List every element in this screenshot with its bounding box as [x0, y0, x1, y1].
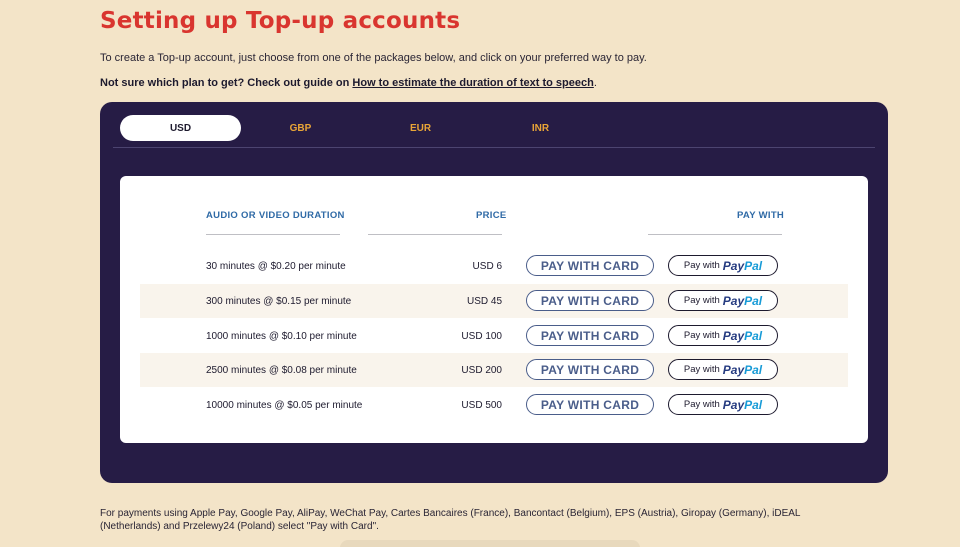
currency-tabs: USD GBP EUR INR — [113, 114, 875, 148]
paypal-logo-icon: PayPal — [722, 293, 763, 308]
header-price: PRICE — [476, 210, 507, 221]
pricing-table: AUDIO OR VIDEO DURATION PRICE PAY WITH 3… — [120, 176, 868, 443]
table-row: 10000 minutes @ $0.05 per minute USD 500… — [140, 388, 848, 422]
intro-text: To create a Top-up account, just choose … — [100, 52, 647, 64]
paypal-prefix: Pay with — [683, 330, 720, 341]
table-row: 2500 minutes @ $0.08 per minute USD 200 … — [140, 353, 848, 387]
pay-with-paypal-button[interactable]: Pay with PayPal — [668, 325, 778, 346]
guide-prefix: Not sure which plan to get? Check out gu… — [100, 77, 353, 89]
pay-with-card-button[interactable]: PAY WITH CARD — [526, 325, 654, 346]
row-price: USD 200 — [461, 364, 502, 376]
pay-with-paypal-button[interactable]: Pay with PayPal — [668, 255, 778, 276]
paypal-logo-icon: PayPal — [722, 328, 763, 343]
tab-usd[interactable]: USD — [120, 115, 241, 141]
table-row: 30 minutes @ $0.20 per minute USD 6 PAY … — [140, 249, 848, 283]
row-price: USD 6 — [472, 260, 502, 272]
page-title: Setting up Top-up accounts — [100, 8, 461, 34]
row-duration: 1000 minutes @ $0.10 per minute — [206, 330, 357, 342]
header-divider — [648, 234, 782, 235]
paypal-prefix: Pay with — [683, 364, 720, 375]
row-duration: 300 minutes @ $0.15 per minute — [206, 295, 352, 307]
pricing-panel: USD GBP EUR INR AUDIO OR VIDEO DURATION … — [100, 102, 888, 483]
guide-suffix: . — [593, 77, 597, 89]
guide-text: Not sure which plan to get? Check out gu… — [100, 77, 597, 89]
row-duration: 2500 minutes @ $0.08 per minute — [206, 364, 357, 376]
tab-gbp[interactable]: GBP — [240, 115, 361, 141]
paypal-prefix: Pay with — [683, 260, 720, 271]
payment-methods-note: For payments using Apple Pay, Google Pay… — [100, 508, 801, 532]
header-divider — [206, 234, 340, 235]
tab-eur[interactable]: EUR — [360, 115, 481, 141]
row-price: USD 45 — [466, 295, 502, 307]
pay-with-card-button[interactable]: PAY WITH CARD — [526, 290, 654, 311]
table-row: 1000 minutes @ $0.10 per minute USD 100 … — [140, 319, 848, 353]
pay-with-card-button[interactable]: PAY WITH CARD — [526, 255, 654, 276]
row-duration: 30 minutes @ $0.20 per minute — [206, 260, 346, 272]
paypal-logo-icon: PayPal — [722, 362, 763, 377]
bottom-edge — [340, 540, 640, 547]
pay-with-card-button[interactable]: PAY WITH CARD — [526, 359, 654, 380]
pay-with-paypal-button[interactable]: Pay with PayPal — [668, 359, 778, 380]
row-duration: 10000 minutes @ $0.05 per minute — [206, 399, 363, 411]
table-row: 300 minutes @ $0.15 per minute USD 45 PA… — [140, 284, 848, 318]
paypal-prefix: Pay with — [683, 399, 720, 410]
pay-with-paypal-button[interactable]: Pay with PayPal — [668, 394, 778, 415]
row-price: USD 500 — [461, 399, 502, 411]
paypal-prefix: Pay with — [683, 295, 720, 306]
paypal-logo-icon: PayPal — [722, 258, 763, 273]
paypal-logo-icon: PayPal — [722, 397, 763, 412]
header-divider — [368, 234, 502, 235]
pay-with-paypal-button[interactable]: Pay with PayPal — [668, 290, 778, 311]
header-pay-with: PAY WITH — [737, 210, 785, 221]
guide-link[interactable]: How to estimate the duration of text to … — [352, 77, 593, 89]
row-price: USD 100 — [461, 330, 502, 342]
pay-with-card-button[interactable]: PAY WITH CARD — [526, 394, 654, 415]
tab-inr[interactable]: INR — [480, 115, 601, 141]
header-duration: AUDIO OR VIDEO DURATION — [206, 210, 345, 221]
